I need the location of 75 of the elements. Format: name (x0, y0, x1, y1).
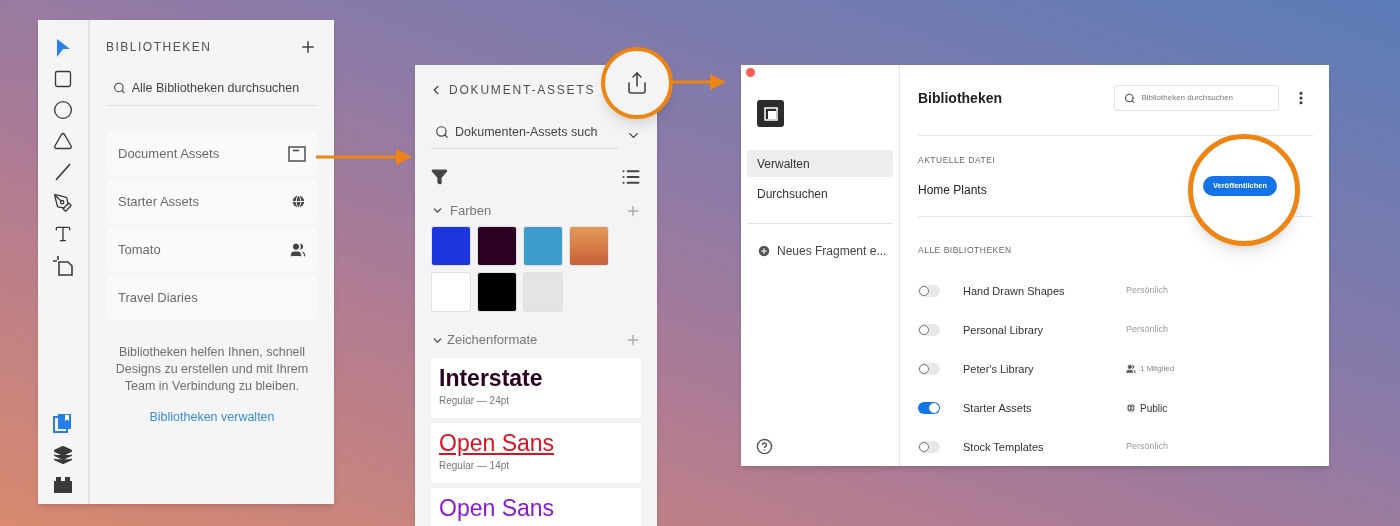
add-icon[interactable] (299, 38, 317, 56)
library-name: Starter Assets (963, 400, 1033, 416)
color-swatch[interactable] (477, 226, 517, 267)
toggle-switch[interactable] (918, 363, 940, 375)
sharing-label: 1 Mitglied (1140, 363, 1175, 375)
toggle-switch[interactable] (918, 441, 940, 453)
search-icon (1124, 91, 1136, 105)
plugin-icon[interactable] (53, 476, 73, 494)
library-name: Peter's Library (963, 361, 1035, 377)
sharing-label: Public (1140, 401, 1168, 416)
pointer-icon[interactable] (55, 38, 71, 58)
color-swatch[interactable] (431, 226, 471, 267)
toggle-switch[interactable] (918, 285, 940, 297)
library-name: Stock Templates (963, 439, 1045, 455)
color-swatch[interactable] (523, 226, 563, 267)
add-icon (757, 244, 771, 258)
help-text: Bibliotheken helfen Ihnen, schnell Designs zu erstellen und mit Ihrem Team in Verbindung zu bleiben. (114, 343, 310, 395)
color-swatch[interactable] (477, 272, 517, 313)
library-name: Hand Drawn Shapes (963, 283, 1066, 299)
nav-item[interactable]: Verwalten (747, 150, 893, 177)
search-field[interactable]: Alle Bibliotheken durchsuchen (131, 79, 317, 98)
new-fragment-button[interactable]: Neues Fragment e... (757, 242, 893, 260)
section-label: Farben (450, 201, 492, 220)
ellipse-icon[interactable] (53, 100, 73, 120)
library-item[interactable]: Document Assets (107, 132, 317, 175)
manage-link[interactable]: Bibliotheken verwalten (149, 407, 275, 427)
document-icon (288, 145, 306, 162)
style-meta: Regular — 24pt (439, 393, 511, 408)
library-item[interactable]: Starter Assets (107, 180, 317, 223)
section-label: ALLE BIBLIOTHEKEN (918, 243, 1013, 257)
style-name: Open Sans (439, 428, 556, 457)
style-meta: Regular — 14pt (439, 458, 511, 473)
globe-icon (1126, 403, 1136, 413)
search-field[interactable]: Bibliotheken durchsuchen (1114, 85, 1279, 111)
libraries-icon[interactable] (52, 412, 74, 434)
search-icon (113, 81, 126, 96)
people-icon (1126, 364, 1136, 374)
library-name: Personal Library (963, 322, 1045, 338)
library-item[interactable]: Tomato (107, 228, 317, 271)
style-name: Open Sans (439, 493, 556, 522)
file-name: Home Plants (918, 181, 987, 199)
sharing-label: Persönlich (1126, 323, 1169, 337)
section-label: Zeichenformate (447, 331, 538, 350)
sharing-label: Persönlich (1126, 440, 1169, 454)
toggle-switch[interactable] (918, 402, 940, 414)
line-icon[interactable] (53, 162, 73, 182)
character-style-card[interactable]: Open Sans Regular — 14pt (431, 422, 641, 483)
filter-icon[interactable] (431, 168, 448, 186)
nav-item[interactable]: Durchsuchen (747, 180, 893, 207)
help-icon[interactable] (756, 438, 773, 455)
share-icon[interactable] (625, 71, 649, 95)
rectangle-icon[interactable] (53, 69, 73, 89)
style-name: Interstate (439, 363, 544, 392)
window-title: Bibliotheken (918, 88, 1002, 108)
search-field[interactable]: Dokumenten-Assets such (455, 123, 605, 142)
triangle-icon[interactable] (53, 131, 73, 151)
sharing-label: Persönlich (1126, 284, 1169, 298)
color-swatch[interactable] (431, 272, 471, 313)
search-icon (435, 125, 449, 140)
artboard-icon[interactable] (52, 255, 74, 277)
toggle-switch[interactable] (918, 324, 940, 336)
layers-icon[interactable] (53, 445, 73, 465)
people-icon (290, 241, 306, 258)
library-icon (763, 106, 778, 121)
character-style-card[interactable]: Open Sans (431, 487, 641, 526)
globe-icon (291, 194, 306, 210)
text-icon[interactable] (53, 224, 73, 244)
panel-title: BIBLIOTHEKEN (106, 39, 212, 56)
pen-icon[interactable] (53, 193, 73, 213)
library-item[interactable]: Travel Diaries (107, 276, 317, 319)
character-style-card[interactable]: Interstate Regular — 24pt (431, 357, 641, 418)
panel-title: DOKUMENT-ASSETS (449, 82, 596, 99)
section-label: AKTUELLE DATEI (918, 154, 997, 167)
search-input[interactable]: Bibliotheken durchsuchen (1141, 92, 1269, 104)
color-swatch[interactable] (569, 226, 609, 267)
